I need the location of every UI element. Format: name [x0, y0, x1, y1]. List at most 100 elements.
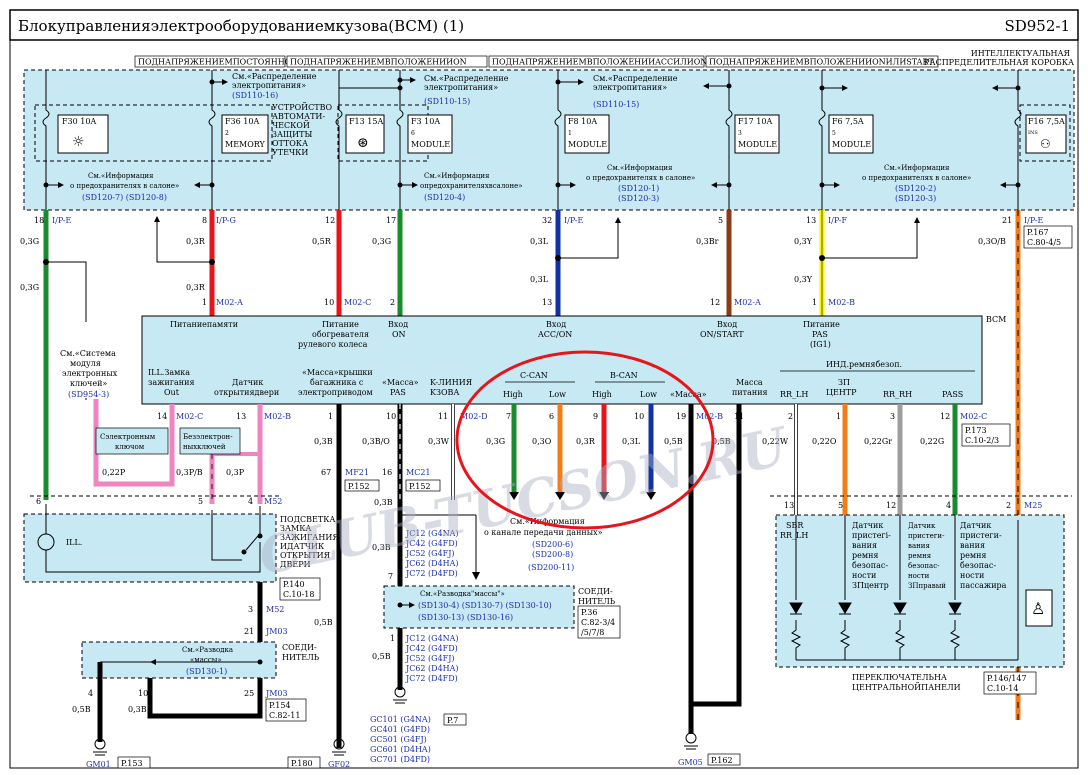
pin-11a: 11 [438, 412, 448, 421]
s1-4: ремня [852, 551, 878, 560]
pin-12: 12 [325, 216, 335, 225]
bcm-on-2: ON [392, 330, 406, 339]
gauge-03l-b: 0,3L [530, 275, 549, 284]
jc-bot-3: JC52 (G4FJ) [405, 654, 455, 663]
page-ref-c8211: C.82-11 [269, 711, 300, 720]
pin-13c: 13 [236, 412, 246, 421]
power-label-on-start: ПОДНАПРЯЖЕНИЕМВПОЛОЖЕНИИONИЛИSTART [709, 58, 934, 67]
page-ref-c1014: C.10-14 [987, 684, 1018, 693]
conn-ip-e-1: I/P-E [52, 216, 72, 225]
fuse-f30: F30 10A [62, 117, 96, 126]
fuse-f16-sub: INS [1028, 130, 1038, 136]
fuse-f36: F36 10A [225, 117, 259, 126]
connector-left-1: СОЕДИ- [282, 643, 317, 652]
ground-ref-center: См.«Разводка"массы"» [420, 590, 505, 598]
page-ref-p36: P.36 [581, 608, 597, 617]
page-ref-p152b: P.152 [409, 482, 431, 491]
pin-4c: 4 [88, 689, 93, 698]
dist-ref-1a: См.«Распределение [232, 72, 317, 81]
fuse-info-d3: (SD120-2) [895, 184, 936, 193]
fuse-f16: F16 7,5A [1028, 117, 1065, 126]
pin-17: 17 [386, 216, 396, 225]
bcm-heat-3: рулевого колеса [298, 340, 368, 349]
svg-text:♙: ♙ [1031, 599, 1045, 618]
s3-1: Датчик [960, 521, 991, 530]
fuse-info-c1: См.«Информация [607, 164, 673, 172]
bcm-ill-3: Out [164, 388, 180, 397]
bcm-bcan-low: Low [640, 390, 657, 399]
fuse-f6-sub: 5 [832, 130, 836, 137]
bcm-ccan-high: High [503, 390, 523, 399]
connector-left-2: НИТЕЛЬ [282, 653, 320, 662]
conn-m02c-1: M02-C [344, 298, 371, 307]
page-ref-p153: P.153 [121, 759, 143, 768]
ill-lamp-label: ILL. [66, 538, 82, 547]
bcm-door-2: открытиядвери [214, 388, 279, 397]
conn-m02a-1: M02-A [216, 298, 243, 307]
leak-3: ЧЕСКОЙ [272, 121, 310, 130]
bcm-acc-2: ACC/ON [537, 330, 572, 339]
s2-1: Датчик [908, 522, 936, 530]
page-ref-p154: P.154 [269, 701, 291, 710]
leak-5: ОТТОКА [272, 139, 308, 148]
jc-bot-2: JC42 (G4FD) [405, 644, 458, 653]
ground-gf02: GF02 [328, 760, 350, 769]
gauge-03o: 0,3O [532, 437, 552, 446]
fuse-info-c4: (SD120-3) [618, 194, 659, 203]
sbr-1: SBR [786, 521, 804, 530]
fuse-info-a2: о предохранителях в салоне» [70, 182, 179, 190]
gauge-03l-a: 0,3L [530, 237, 549, 246]
jc-bot-1: JC12 (G4NA) [405, 634, 459, 643]
diagram-code: SD952-1 [1004, 17, 1070, 35]
fuse-f36-sub: 2 [225, 130, 229, 137]
page-ref-p167: P.167 [1027, 228, 1049, 237]
pin-10b: 10 [386, 412, 396, 421]
bcm-massp-2: питания [732, 388, 768, 397]
can-sd-1: (SD200-6) [532, 540, 573, 549]
bcm-ill-2: зажигания [148, 378, 195, 387]
page-ref-c80: C.80-4/5 [1027, 238, 1061, 247]
fuse-f17-sub: 3 [738, 130, 742, 137]
conn-m25: M25 [1024, 501, 1042, 510]
junction-box-label-1: ИНТЕЛЛЕКТУАЛЬНАЯ [971, 49, 1071, 58]
fuse-info-d2: о предохранителях в салоне» [862, 174, 971, 182]
leak-6: УТЕЧКИ [272, 148, 308, 157]
gauge-03bo: 0,3B/O [362, 437, 390, 446]
jc-bot-5: JC72 (D4FD) [405, 674, 458, 683]
pin-3b: 3 [248, 605, 253, 614]
bcm-pass: PASS [942, 390, 963, 399]
s2-6: ности [908, 572, 930, 580]
dist-ref-1c: (SD110-16) [232, 91, 278, 100]
wiring-diagram: Блокуправленияэлектрооборудованиемкузова… [9, 9, 1079, 769]
pin-2c: 2 [1006, 501, 1011, 510]
jc-bot-4: JC62 (D4HA) [405, 664, 459, 673]
gc-4: GC601 (D4HA) [370, 745, 431, 754]
pin-1c: 1 [328, 412, 333, 421]
s3-7: пассажира [960, 581, 1007, 590]
page-ref-p162: P.162 [711, 756, 733, 765]
pin-4d: 4 [946, 501, 951, 510]
gauge-022g: 0,22G [920, 437, 944, 446]
gauge-03p: 0,3P [226, 468, 245, 477]
jc-top-5: JC72 (D4FD) [405, 569, 458, 578]
pin-7a: 7 [506, 412, 511, 421]
pin-1d: 1 [836, 412, 841, 421]
gauge-03pb: 0,3P/B [176, 468, 203, 477]
s1-5: безопас- [852, 561, 888, 570]
bcm-kline-1: K-ЛИНИЯ [430, 378, 473, 387]
jc-top-4: JC62 (D4HA) [405, 559, 459, 568]
keyless-ref-4: ключей» [70, 379, 107, 388]
bcm-door-1: Датчик [232, 378, 263, 387]
conn-m02a-2: M02-A [734, 298, 761, 307]
bcm-ccan: C-CAN [520, 371, 548, 380]
bcm-trunk-3: электроприводом [298, 388, 373, 397]
bcm-label: BCM [986, 315, 1006, 324]
leak-2: АВТОМАТИ- [272, 112, 325, 121]
keyless-ref-3: электронных [62, 369, 118, 378]
conn-ip-g: I/P-G [216, 216, 236, 225]
pin-4a: 4 [248, 497, 253, 506]
keyless-ref-1: См.«Система [60, 349, 116, 358]
pin-67: 67 [321, 468, 331, 477]
pin-12a: 12 [710, 298, 720, 307]
bcm-start-1: Вход [717, 320, 737, 329]
